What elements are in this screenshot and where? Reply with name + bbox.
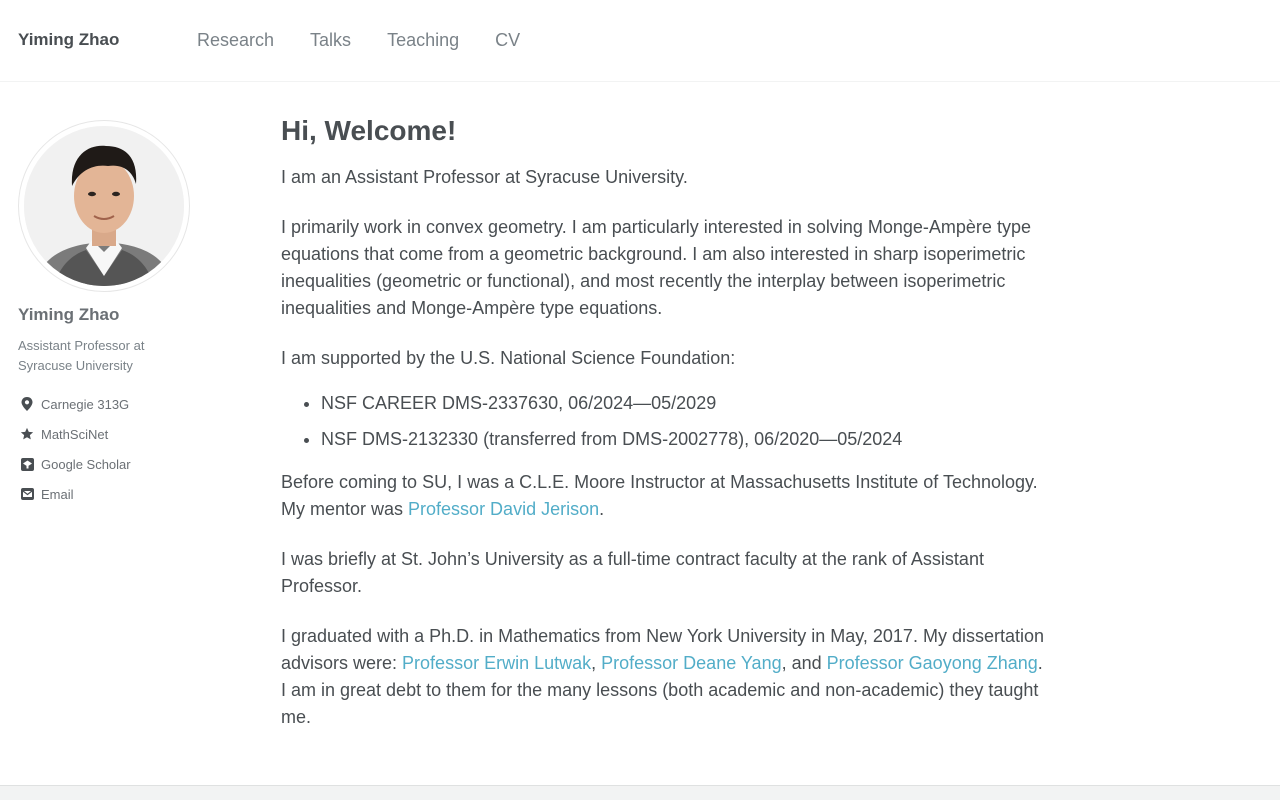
avatar-portrait bbox=[24, 126, 184, 286]
author-link-label: Carnegie 313G bbox=[41, 396, 130, 412]
author-bio: Assistant Professor at Syracuse Universi… bbox=[18, 338, 145, 373]
page-title: Hi, Welcome! bbox=[281, 115, 457, 146]
main-content: Hi, Welcome! I am an Assistant Professor… bbox=[281, 110, 1051, 754]
grant-list: NSF CAREER DMS-2337630, 06/2024—05/2029 … bbox=[281, 391, 1051, 451]
phd-paragraph: I graduated with a Ph.D. in Mathematics … bbox=[281, 623, 1051, 731]
phd-sep: , and bbox=[781, 653, 827, 673]
location-pin-icon bbox=[20, 397, 34, 411]
site-title-link[interactable]: Yiming Zhao bbox=[18, 30, 119, 50]
mit-end: . bbox=[599, 499, 605, 519]
stjohns-paragraph: I was briefly at St. John’s University a… bbox=[281, 549, 984, 596]
link-gaoyong-zhang[interactable]: Professor Gaoyong Zhang bbox=[827, 653, 1038, 673]
author-link-label[interactable]: Google Scholar bbox=[41, 457, 131, 472]
author-sidebar: Yiming Zhao Assistant Professor at Syrac… bbox=[18, 120, 218, 514]
avatar-frame bbox=[18, 120, 190, 292]
grant-item: NSF DMS-2132330 (transferred from DMS-20… bbox=[321, 427, 1051, 451]
author-link-label[interactable]: MathSciNet bbox=[41, 427, 108, 442]
link-deane-yang[interactable]: Professor Deane Yang bbox=[601, 653, 781, 673]
masthead: Yiming Zhao Research Talks Teaching CV bbox=[0, 0, 1280, 82]
mit-text: Before coming to SU, I was a C.L.E. Moor… bbox=[281, 472, 1038, 519]
link-david-jerison[interactable]: Professor David Jerison bbox=[408, 499, 599, 519]
phd-sep: , bbox=[591, 653, 602, 673]
main-nav: Research Talks Teaching CV bbox=[197, 29, 556, 51]
funding-paragraph: I am supported by the U.S. National Scie… bbox=[281, 348, 736, 368]
author-link-mathscinet[interactable]: MathSciNet bbox=[18, 424, 218, 444]
author-link-google-scholar[interactable]: Google Scholar bbox=[18, 454, 218, 474]
link-erwin-lutwak[interactable]: Professor Erwin Lutwak bbox=[402, 653, 591, 673]
nav-research[interactable]: Research bbox=[197, 29, 274, 51]
nav-teaching[interactable]: Teaching bbox=[387, 29, 459, 51]
author-link-location: Carnegie 313G bbox=[18, 394, 218, 414]
author-link-email[interactable]: Email bbox=[18, 484, 218, 504]
grant-item: NSF CAREER DMS-2337630, 06/2024—05/2029 bbox=[321, 391, 1051, 415]
author-link-label[interactable]: Email bbox=[41, 487, 74, 502]
page-footer bbox=[0, 785, 1280, 800]
author-name: Yiming Zhao bbox=[18, 305, 120, 324]
author-links: Carnegie 313G MathSciNet Google Scholar … bbox=[18, 394, 218, 504]
google-scholar-icon bbox=[20, 457, 34, 471]
intro-paragraph: I am an Assistant Professor at Syracuse … bbox=[281, 167, 688, 187]
nav-cv[interactable]: CV bbox=[495, 29, 520, 51]
mit-paragraph: Before coming to SU, I was a C.L.E. Moor… bbox=[281, 469, 1051, 523]
envelope-icon bbox=[20, 487, 34, 501]
research-paragraph: I primarily work in convex geometry. I a… bbox=[281, 217, 1031, 318]
nav-talks[interactable]: Talks bbox=[310, 29, 351, 51]
avatar bbox=[24, 126, 184, 286]
star-icon bbox=[20, 427, 34, 441]
